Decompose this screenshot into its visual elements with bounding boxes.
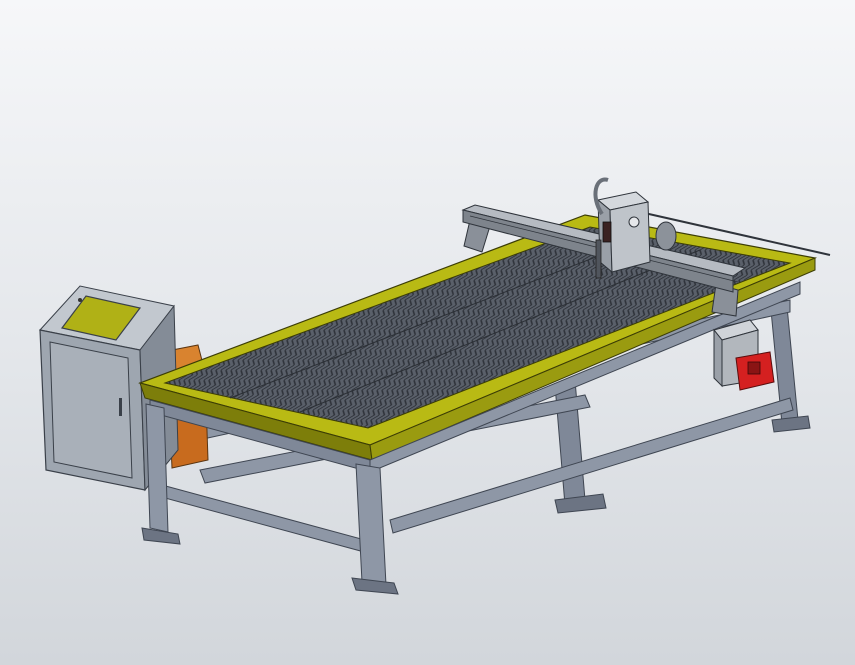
- carriage-control-panel: [602, 221, 612, 243]
- drive-motor-unit: [713, 319, 775, 391]
- plasma-table-render: [39, 177, 831, 595]
- cabinet-indicator-light: [78, 298, 82, 302]
- cabinet-door-handle: [119, 398, 122, 416]
- cad-viewport: [0, 0, 855, 665]
- plasma-torch: [595, 239, 602, 279]
- carriage-knob: [628, 216, 640, 228]
- drive-wheel: [655, 221, 677, 251]
